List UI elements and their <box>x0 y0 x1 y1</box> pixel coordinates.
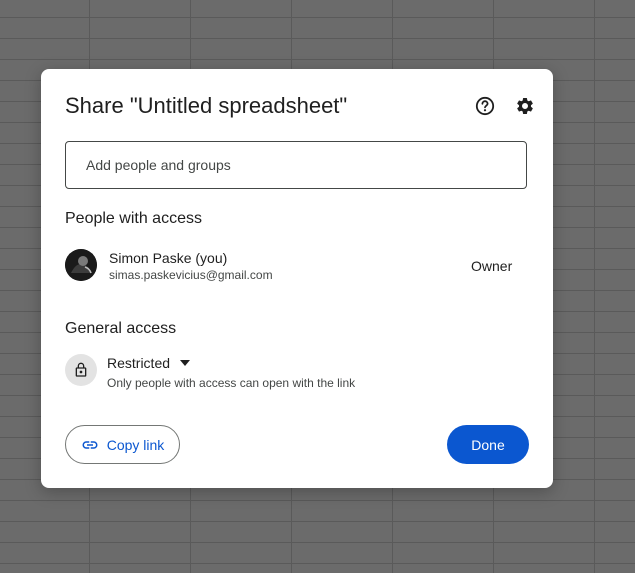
help-icon[interactable] <box>474 95 496 117</box>
copy-link-label: Copy link <box>106 436 165 453</box>
lock-icon <box>65 354 97 386</box>
person-role: Owner <box>471 258 513 274</box>
gear-icon[interactable] <box>514 95 536 117</box>
general-access-description: Only people with access can open with th… <box>107 376 356 390</box>
person-name: Simon Paske (you) <box>109 250 228 266</box>
general-access-heading: General access <box>65 320 177 337</box>
copy-link-button[interactable]: Copy link <box>65 425 180 464</box>
caret-down-icon <box>180 360 191 366</box>
general-access-level: Restricted <box>107 355 171 371</box>
avatar <box>65 249 97 281</box>
general-access-dropdown[interactable]: Restricted <box>107 353 194 373</box>
done-button[interactable]: Done <box>447 425 529 464</box>
dialog-title: Share "Untitled spreadsheet" <box>65 93 348 118</box>
share-dialog: Share "Untitled spreadsheet" People with… <box>41 69 553 488</box>
person-email: simas.paskevicius@gmail.com <box>109 268 273 282</box>
link-icon <box>82 440 98 449</box>
people-with-access-heading: People with access <box>65 210 202 227</box>
add-people-input[interactable] <box>65 141 527 189</box>
